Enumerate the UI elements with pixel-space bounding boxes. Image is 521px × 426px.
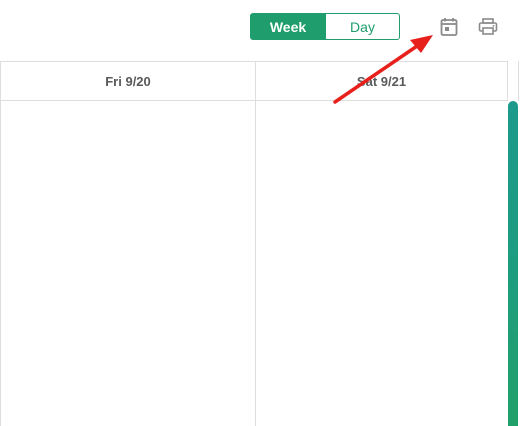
calendar-toolbar: Week Day [0, 0, 521, 61]
vertical-scrollbar[interactable] [508, 101, 518, 426]
view-toggle: Week Day [250, 13, 400, 40]
day-header-row: Fri 9/20 Sat 9/21 [0, 61, 508, 101]
day-header-sat[interactable]: Sat 9/21 [255, 62, 508, 101]
day-view-button[interactable]: Day [326, 13, 400, 40]
day-header-fri[interactable]: Fri 9/20 [0, 62, 255, 101]
calendar-picker-button[interactable] [438, 16, 460, 38]
calendar-icon [440, 18, 458, 36]
week-view-button[interactable]: Week [250, 13, 326, 40]
print-icon [478, 18, 498, 35]
calendar-view: Week Day Fri 9/20 Sat 9/21 [0, 0, 521, 426]
column-divider [255, 101, 256, 426]
column-divider [0, 101, 1, 426]
week-grid: Fri 9/20 Sat 9/21 [0, 61, 521, 426]
print-button[interactable] [477, 16, 499, 38]
grid-edge-line [518, 61, 519, 101]
